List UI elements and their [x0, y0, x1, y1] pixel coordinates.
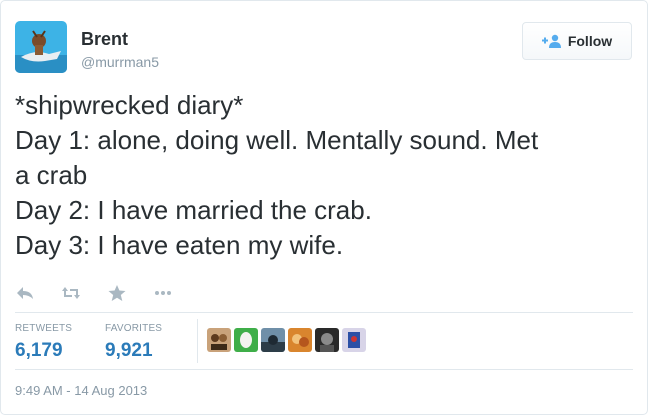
retweets-count[interactable]: 6,179 [15, 340, 72, 362]
tweet-line: Day 1: alone, doing well. Mentally sound… [15, 125, 539, 155]
reply-icon[interactable] [15, 284, 35, 302]
stats-separator [197, 319, 198, 363]
favoriter-avatar[interactable] [342, 328, 366, 352]
author-avatar[interactable] [15, 21, 67, 73]
author-handle[interactable]: @murrman5 [81, 54, 159, 70]
favoriter-avatar[interactable] [288, 328, 312, 352]
tweet-timestamp[interactable]: 9:49 AM - 14 Aug 2013 [15, 383, 147, 398]
favorite-icon[interactable] [107, 284, 127, 302]
tweet-text: *shipwrecked diary* Day 1: alone, doing … [15, 88, 640, 263]
retweets-stat[interactable]: RETWEETS 6,179 [15, 323, 72, 362]
tweet-line: *shipwrecked diary* [15, 90, 244, 120]
favoriter-avatar[interactable] [315, 328, 339, 352]
author-name[interactable]: Brent [81, 29, 128, 50]
favorites-count[interactable]: 9,921 [105, 340, 162, 362]
favoriter-avatars [207, 328, 369, 352]
favorites-stat[interactable]: FAVORITES 9,921 [105, 323, 162, 362]
favoriter-avatar[interactable] [207, 328, 231, 352]
tweet-actions [15, 284, 199, 302]
tweet-line: a crab [15, 160, 88, 190]
retweet-icon[interactable] [61, 284, 81, 302]
favoriter-avatar[interactable] [261, 328, 285, 352]
follow-button[interactable]: Follow [522, 22, 632, 60]
favorites-label: FAVORITES [105, 323, 163, 334]
tweet-line: Day 2: I have married the crab. [15, 195, 372, 225]
more-icon[interactable] [153, 284, 173, 302]
tweet-card: Brent @murrman5 Follow *shipwrecked diar… [0, 0, 648, 415]
stats-divider-bottom [15, 369, 633, 370]
stats-divider-top [15, 312, 633, 313]
retweets-label: RETWEETS [15, 323, 73, 334]
tweet-line: Day 3: I have eaten my wife. [15, 230, 344, 260]
add-user-icon [541, 34, 561, 48]
favoriter-avatar[interactable] [234, 328, 258, 352]
follow-label: Follow [567, 33, 613, 49]
